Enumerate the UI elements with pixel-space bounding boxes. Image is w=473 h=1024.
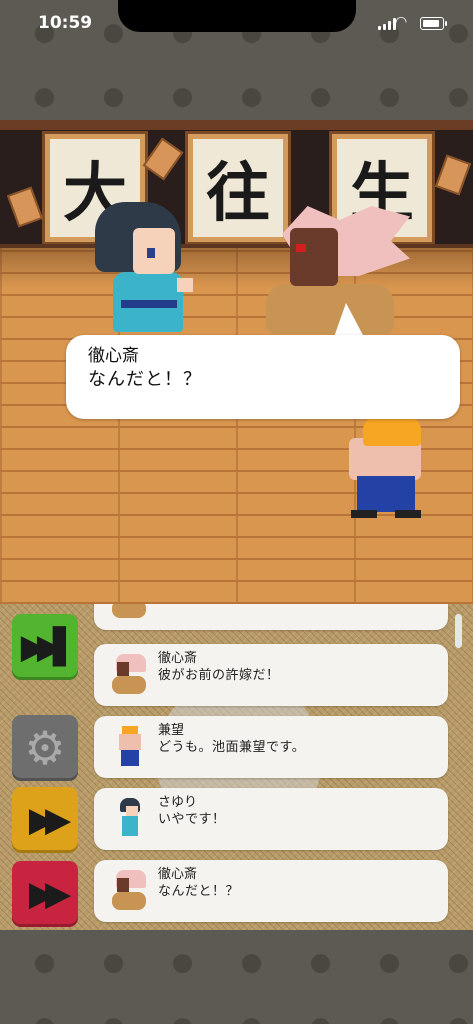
log-scrollbar-thumb[interactable] — [455, 614, 462, 648]
skip-forward-icon: ▶▶▌ — [20, 627, 80, 667]
avatar-sayuri — [112, 798, 146, 840]
status-bar: 10:59 ◠ — [0, 0, 473, 44]
log-entry-name: さゆり — [158, 795, 198, 810]
dialogue-log[interactable]: 徹心斎 彼がお前の許嫁だ！ 兼望 どうも。池面兼望です。 さゆり いやです！ 徹… — [86, 604, 473, 930]
wall-trim — [0, 120, 473, 130]
notch — [118, 0, 356, 32]
log-entry-text: 彼がお前の許嫁だ！ — [158, 668, 280, 683]
log-entry[interactable]: 徹心斎 彼がお前の許嫁だ！ — [94, 644, 448, 706]
dialogue-text: なんだと！？ — [88, 369, 202, 390]
log-entry-name: 徹心斎 — [158, 867, 198, 882]
avatar-kenbo — [112, 726, 146, 768]
log-entry-text: なんだと！？ — [158, 884, 240, 899]
fast-forward-button[interactable]: ▶▶ — [12, 787, 78, 853]
fast-forward-icon: ▶▶ — [28, 800, 71, 840]
log-entry[interactable]: さゆり いやです！ — [94, 788, 448, 850]
status-time: 10:59 — [38, 13, 93, 33]
log-entry[interactable] — [94, 604, 448, 630]
speech-bubble[interactable]: 徹心斎 なんだと！？ — [66, 335, 460, 419]
avatar-tesshinsai — [112, 604, 146, 620]
settings-button[interactable]: ⚙ — [12, 715, 78, 781]
log-entry[interactable]: 兼望 どうも。池面兼望です。 — [94, 716, 448, 778]
log-entry-text: どうも。池面兼望です。 — [158, 740, 306, 755]
skip-button[interactable]: ▶▶▌ — [12, 614, 80, 680]
avatar-tesshinsai — [112, 870, 146, 912]
auto-play-button[interactable]: ▶▶ — [12, 861, 78, 927]
speech-bubble-tail — [334, 303, 364, 337]
log-scrollbar[interactable] — [453, 612, 463, 922]
speaker-name: 徹心斎 — [88, 346, 139, 366]
battery-icon — [420, 17, 447, 30]
log-entry-text: いやです！ — [158, 812, 226, 827]
character-sayuri — [95, 202, 195, 332]
wifi-icon: ◠ — [395, 14, 408, 30]
gear-icon: ⚙ — [24, 721, 66, 775]
log-entry-name: 徹心斎 — [158, 651, 198, 666]
log-entry[interactable]: 徹心斎 なんだと！？ — [94, 860, 448, 922]
log-entry-name: 兼望 — [158, 723, 185, 738]
avatar-tesshinsai — [112, 654, 146, 696]
auto-play-icon: ▶▶ — [28, 874, 71, 914]
bottom-background — [0, 930, 473, 1024]
character-kenbo — [345, 416, 425, 521]
